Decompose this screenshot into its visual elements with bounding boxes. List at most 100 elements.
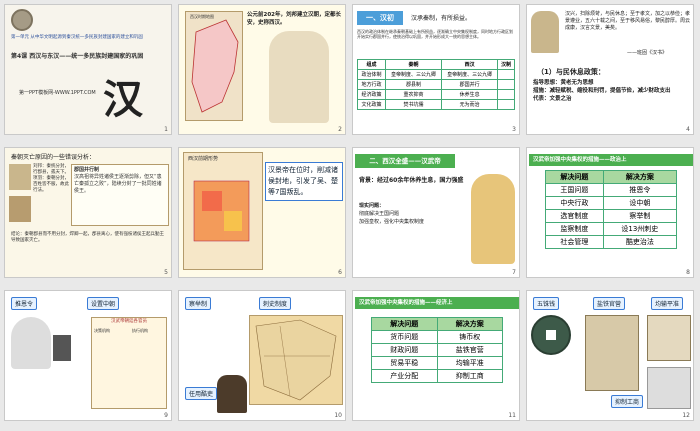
table-cell: 设中朝 (602, 196, 678, 210)
section-label: 二、西汉全盛——汉武帝 (355, 154, 455, 168)
table-cell: 重农抑商 (385, 89, 443, 100)
slide8-title: 汉武帝加强中央集权的措施——政治上 (529, 154, 693, 166)
slide3-table: 组成 秦朝 西汉 汉制 政治体制 皇帝制度、三公九卿 皇帝制度、三公九卿 地方行… (356, 59, 515, 110)
slide5-highlight-box: 郡国并行制 汉高祖将异姓诸侯王逐渐剪除，但又“患亡秦孤立之败”，陆续分封了一批同… (71, 164, 169, 226)
highlight-heading: 郡国并行制 (74, 167, 100, 173)
merchant-image (647, 367, 691, 409)
emperor-wu-portrait (471, 174, 515, 264)
slide11-title: 汉武帝加强中央集权的措施——经济上 (355, 297, 519, 309)
slide4-policy-title: （1）与民休息政策： (537, 68, 605, 76)
figure-image (53, 335, 71, 361)
table-header: 解决方案 (436, 317, 503, 331)
table-cell: 休养生息 (441, 89, 499, 100)
slide-4[interactable]: 汉兴，扫除烦苛，与民休息；至于孝文，加之以恭俭；孝景遵业，五六十载之间，至于移风… (526, 4, 694, 135)
slide-number: 6 (338, 269, 342, 276)
table-cell: 地方行政 (356, 79, 387, 90)
policy-line: 指导思想：黄老无为思想 (533, 80, 594, 86)
slide5-bottom: 结论：秦朝郡县而不用分封，焊卿一起，郡县离心，使有强枝诸侯王起兵勤王导致国家灭亡… (11, 232, 164, 243)
table-cell: 产业分配 (371, 369, 438, 383)
chajuzhi-button[interactable]: 察举制 (185, 297, 212, 310)
table-cell: 货币问题 (371, 330, 438, 344)
slide-number: 1 (164, 126, 168, 133)
org-col-label: 决策机构 (94, 328, 110, 333)
coin-icon (11, 9, 33, 31)
table-cell: 政治体制 (356, 69, 387, 80)
analysis-line: 刘邦：秦统分封，行郡县，孤天下。 (33, 164, 69, 175)
slide-7[interactable]: 二、西汉全盛——汉武帝 背景：经过60余年休养生息，国力强盛 现实问题： 彻底解… (352, 147, 520, 278)
slide6-text: 汉景帝在位时，削减诸侯封地，引发了吴、楚等7国叛乱。 (265, 162, 343, 201)
slide-5[interactable]: 秦朝灭亡原因的一些错误分析： 刘邦：秦统分封，行郡县，孤天下。 项羽：秦朝分封，… (4, 147, 172, 278)
map-image: 西汉时期地图 (185, 11, 243, 121)
slide-11[interactable]: 汉武帝加强中央集权的措施——经济上 解决问题 解决方案 货币问题 铸币权 财政问题… (352, 290, 520, 421)
zhongchao-button[interactable]: 设置中朝 (87, 297, 120, 310)
slide-number: 4 (686, 126, 690, 133)
cishi-button[interactable]: 刺史制度 (259, 297, 292, 310)
table-cell: 设13州刺史 (602, 222, 678, 236)
junshu-button[interactable]: 均输平准 (651, 297, 684, 310)
chapter-title: 第4课 西汉与东汉——统一多民族封建国家的巩固 (11, 53, 144, 60)
slide3-subtitle: 汉承秦制，有所损益。 (411, 15, 472, 22)
org-chart-title: 汉武帝朝廷各官员 (111, 319, 147, 324)
policy-line: 代表：文景之治 (533, 96, 572, 102)
kuli-button[interactable]: 任用酷吏 (185, 387, 218, 400)
map-image: 西汉前期形势 (183, 152, 263, 270)
table-header: 西汉 (441, 59, 499, 70)
table-cell: 推恩令 (602, 183, 678, 197)
tuienling-button[interactable]: 推恩令 (11, 297, 38, 310)
table-cell: 盐铁官营 (436, 343, 503, 357)
slide-9[interactable]: 推恩令 设置中朝 汉武帝朝廷各官员 决策机构 执行机构 9 (4, 290, 172, 421)
slide-12[interactable]: 五铢钱 盐铁官营 均输平准 抑制工商 12 (526, 290, 694, 421)
slide-3[interactable]: 一、汉初 汉承秦制，有所损益。 西汉的政治体制在继承秦朝基础上有所损益，逐渐确立… (352, 4, 520, 135)
table-header: 解决方案 (602, 170, 678, 184)
slide-number: 10 (334, 412, 342, 419)
table-cell: 贸易平稳 (371, 356, 438, 370)
slide-number: 8 (686, 269, 690, 276)
table-cell: 社会管理 (545, 235, 604, 249)
slide-1[interactable]: 第一单元 从中华文明起源到秦汉统一多民族封建国家的建立和巩固 第4课 西汉与东汉… (4, 4, 172, 135)
yizhi-button[interactable]: 抑制工商 (611, 395, 644, 408)
slide-number: 3 (512, 126, 516, 133)
table-cell: 察举制 (602, 209, 678, 223)
table-header: 汉制 (497, 59, 515, 70)
slide4-quote-source: ——班固《汉书》 (627, 50, 668, 56)
policy-line: 措施：减轻赋税、缩役和刑罚，提倡节俭，减少财政支出 (533, 88, 671, 94)
org-col-label: 执行机构 (132, 328, 148, 333)
slide-number: 9 (164, 412, 168, 419)
artifact-image (11, 317, 51, 369)
slide-10[interactable]: 察举制 刺史制度 任用酷吏 10 (178, 290, 346, 421)
coin-icon (531, 315, 571, 355)
table-cell (497, 69, 515, 80)
table-cell (497, 79, 515, 90)
analysis-line: 项羽：秦朝分封，百姓皆不服，故此行法。 (33, 176, 69, 193)
official-portrait (217, 375, 247, 413)
table-cell: 监察制度 (545, 222, 604, 236)
slide-number: 11 (508, 412, 516, 419)
historian-portrait (531, 11, 559, 53)
highlight-text: 汉高祖将异姓诸侯王逐渐剪除，但又“患亡秦孤立之败”，陆续分封了一批同姓诸侯王。 (74, 174, 162, 194)
big-han-char: 汉 (103, 76, 143, 123)
table-header: 组成 (356, 59, 387, 70)
table-cell: 抑制工商 (436, 369, 503, 383)
saltiron-image (585, 315, 639, 391)
table-cell (497, 99, 515, 110)
table-cell: 财政问题 (371, 343, 438, 357)
slide1-footer: 第一PPT模板网-WWW.1PPT.COM (19, 90, 96, 96)
slide-6[interactable]: 西汉前期形势 汉景帝在位时，削减诸侯封地，引发了吴、楚等7国叛乱。 6 (178, 147, 346, 278)
coin-hole-icon (546, 330, 556, 340)
slide-2[interactable]: 西汉时期地图 公元前202年，刘邦建立汉朝，定都长安，史称西汉。 2 (178, 4, 346, 135)
wuzhu-button[interactable]: 五铢钱 (533, 297, 560, 310)
slide-8[interactable]: 汉武帝加强中央集权的措施——政治上 解决问题 解决方案 王国问题 推恩令 中央行政… (526, 147, 694, 278)
slide1-header: 第一单元 从中华文明起源到秦汉统一多民族封建国家的建立和巩固 (11, 35, 143, 40)
table-cell: 无为而治 (441, 99, 499, 110)
table-cell: 焚书坑儒 (385, 99, 443, 110)
territory-map-icon (193, 180, 250, 242)
slide4-policy-lines: 指导思想：黄老无为思想 措施：减轻赋税、缩役和刑罚，提倡节俭，减少财政支出 代表… (533, 79, 683, 103)
table-cell: 选官制度 (545, 209, 604, 223)
table-cell: 王国问题 (545, 183, 604, 197)
yantie-button[interactable]: 盐铁官营 (593, 297, 626, 310)
table-cell (497, 89, 515, 100)
table-cell: 郡县制 (385, 79, 443, 90)
slide-number: 5 (164, 269, 168, 276)
table-cell: 皇帝制度、三公九卿 (441, 69, 499, 80)
province-map (249, 315, 343, 405)
